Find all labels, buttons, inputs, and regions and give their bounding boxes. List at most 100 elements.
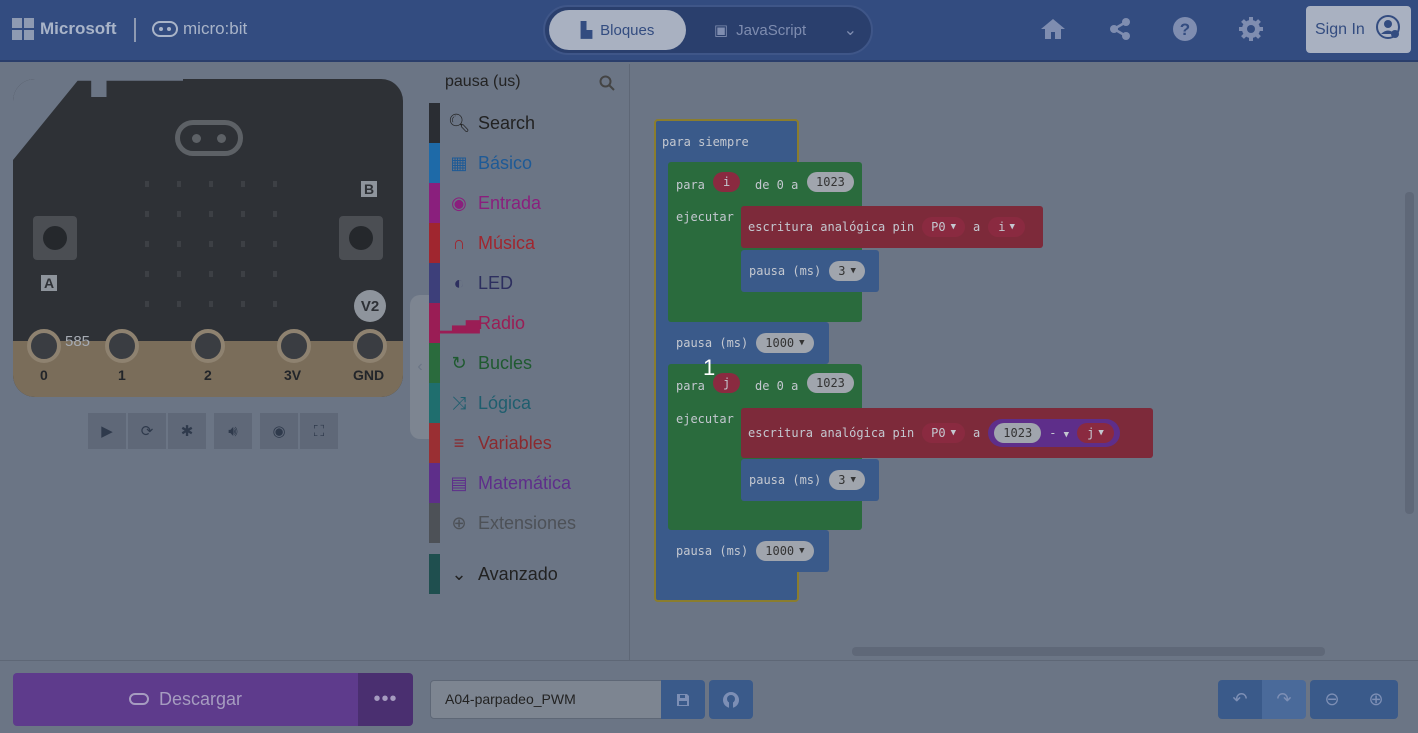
zoom-out-button[interactable]: ⊖ — [1310, 680, 1354, 719]
header: Microsoft micro:bit ▙ Bloques ▣ JavaScri… — [0, 0, 1418, 62]
chevron-left-icon: ‹ — [417, 358, 423, 375]
pin-2[interactable] — [191, 329, 225, 363]
toolbox-category-search[interactable]: 🔍︎ Search — [429, 103, 629, 143]
toolbox-category-bucles[interactable]: ↻ Bucles — [429, 343, 629, 383]
workspace-vertical-scrollbar[interactable] — [1405, 192, 1414, 514]
save-button[interactable] — [661, 680, 705, 719]
analog-write-block-1[interactable]: escritura analógica pin P0 ▼ a i ▼ — [741, 206, 1043, 248]
pin-dropdown-1[interactable]: P0 ▼ — [922, 217, 966, 237]
loop-max-j[interactable]: 1023 — [807, 373, 854, 393]
loop-var-i[interactable]: i — [713, 172, 741, 192]
home-icon[interactable] — [1038, 14, 1068, 44]
sign-in-label: Sign In — [1315, 20, 1365, 38]
loop-var-j[interactable]: j — [713, 373, 741, 393]
dropdown-arrow-icon: ▼ — [799, 338, 805, 348]
github-button[interactable] — [709, 680, 753, 719]
toolbox-category-led[interactable]: ◐ LED — [429, 263, 629, 303]
pin-3v[interactable] — [277, 329, 311, 363]
value-var-i[interactable]: i ▼ — [988, 217, 1025, 237]
toolbox-category-variables[interactable]: ≡ Variables — [429, 423, 629, 463]
pin-dropdown-2[interactable]: P0 ▼ — [922, 423, 966, 443]
loop-icon: ↻ — [451, 352, 467, 373]
sign-in-button[interactable]: Sign In — [1306, 6, 1411, 53]
category-color-bar — [429, 223, 440, 263]
analog-a-label-1: a — [973, 220, 981, 234]
button-a[interactable] — [33, 216, 77, 260]
pause-block-outer-2[interactable]: pausa (ms) 1000 ▼ — [668, 530, 829, 572]
led-matrix[interactable] — [131, 169, 291, 319]
chevron-down-icon[interactable]: ⌄ — [844, 20, 857, 40]
pin-0[interactable] — [27, 329, 61, 363]
undo-button[interactable]: ↶ — [1218, 680, 1262, 719]
restart-icon[interactable]: ⟳ — [128, 413, 166, 449]
pause-outer-1-value: 1000 — [765, 336, 795, 350]
settings-icon[interactable] — [1236, 14, 1266, 44]
pause-block-inner-1[interactable]: pausa (ms) 3 ▼ — [741, 250, 879, 292]
loop-max-i-value: 1023 — [816, 175, 845, 189]
input-icon: ◉ — [451, 192, 467, 213]
pin-1[interactable] — [105, 329, 139, 363]
microsoft-squares-icon — [12, 18, 34, 40]
pin-dropdown-1-value: P0 — [931, 220, 946, 234]
dropdown-arrow-icon: ▼ — [850, 475, 856, 485]
operator-label: - — [1049, 426, 1057, 440]
download-label: Descargar — [158, 689, 243, 709]
redo-button[interactable]: ↷ — [1262, 680, 1306, 719]
pause-block-outer-1[interactable]: pausa (ms) 1000 ▼ — [668, 322, 829, 364]
pin-gnd[interactable] — [353, 329, 387, 363]
category-color-bar — [429, 383, 440, 423]
microbit-product-label: micro:bit — [183, 19, 248, 38]
toolbox-search-input[interactable]: pausa (us) — [445, 73, 521, 91]
fullscreen-icon[interactable]: ⛶ — [300, 413, 338, 449]
for-loop-j-ejecutar: ejecutar — [676, 412, 734, 426]
category-label: Variables — [478, 432, 552, 453]
category-color-bar — [429, 554, 440, 594]
analog-write-block-2[interactable]: escritura analógica pin P0 ▼ a 1023 - ▼ j… — [741, 408, 1153, 458]
subtract-right-var-label: j — [1087, 426, 1095, 440]
touch-logo[interactable] — [175, 120, 243, 156]
more-options-button[interactable]: ••• — [358, 673, 413, 726]
screenshot-icon[interactable]: ◉ — [260, 413, 298, 449]
microsoft-logo[interactable]: Microsoft — [12, 18, 117, 40]
workspace-horizontal-scrollbar[interactable] — [852, 647, 1325, 656]
loop-max-i[interactable]: 1023 — [807, 172, 854, 192]
collapse-simulator-tab[interactable]: ‹ — [410, 295, 430, 439]
pause-outer-1-dropdown[interactable]: 1000 ▼ — [756, 333, 814, 353]
subtract-left-value[interactable]: 1023 — [994, 423, 1042, 443]
debug-icon[interactable]: ✱ — [168, 413, 206, 449]
pause-inner-1-dropdown[interactable]: 3 ▼ — [829, 261, 865, 281]
project-name-input[interactable]: A04-parpadeo_PWM — [430, 680, 662, 719]
pause-outer-2-dropdown[interactable]: 1000 ▼ — [756, 541, 814, 561]
operator-dropdown[interactable]: - ▼ — [1049, 426, 1069, 440]
pause-block-inner-2[interactable]: pausa (ms) 3 ▼ — [741, 459, 879, 501]
toolbox-category-extensiones[interactable]: ⊕ Extensiones — [429, 503, 629, 543]
for-loop-i-para: para — [676, 178, 705, 192]
blocks-mode-button[interactable]: ▙ Bloques — [549, 10, 686, 50]
toolbox-category-avanzado[interactable]: ⌄ Avanzado — [429, 554, 629, 594]
download-button[interactable]: Descargar — [13, 673, 358, 726]
toolbox-category-radio[interactable]: ▁▃▅ Radio — [429, 303, 629, 343]
help-icon[interactable]: ? — [1170, 14, 1200, 44]
javascript-mode-button[interactable]: ▣ JavaScript — [695, 10, 825, 50]
toolbox-category-entrada[interactable]: ◉ Entrada — [429, 183, 629, 223]
subtract-right-var[interactable]: j ▼ — [1077, 423, 1114, 443]
button-b-label: B — [361, 181, 378, 197]
toolbox-category-música[interactable]: ∩ Música — [429, 223, 629, 263]
play-icon[interactable]: ▶ — [88, 413, 126, 449]
pause-inner-2-dropdown[interactable]: 3 ▼ — [829, 470, 865, 490]
search-icon[interactable] — [599, 75, 615, 96]
grid-icon: ▦ — [450, 152, 468, 173]
microbit-logo[interactable]: micro:bit — [152, 19, 247, 39]
dropdown-arrow-icon: ▼ — [1009, 222, 1015, 232]
value-var-i-label: i — [998, 220, 1006, 234]
pin-label-gnd: GND — [353, 367, 385, 383]
toolbox-category-matemática[interactable]: ▤ Matemática — [429, 463, 629, 503]
share-icon[interactable] — [1105, 14, 1135, 44]
zoom-in-button[interactable]: ⊕ — [1354, 680, 1398, 719]
button-b[interactable] — [339, 216, 383, 260]
save-icon — [677, 693, 689, 706]
toolbox-category-lógica[interactable]: ⤨ Lógica — [429, 383, 629, 423]
toolbox-category-básico[interactable]: ▦ Básico — [429, 143, 629, 183]
sound-icon[interactable]: 🔊︎ — [214, 413, 252, 449]
subtract-block[interactable]: 1023 - ▼ j ▼ — [988, 419, 1120, 447]
